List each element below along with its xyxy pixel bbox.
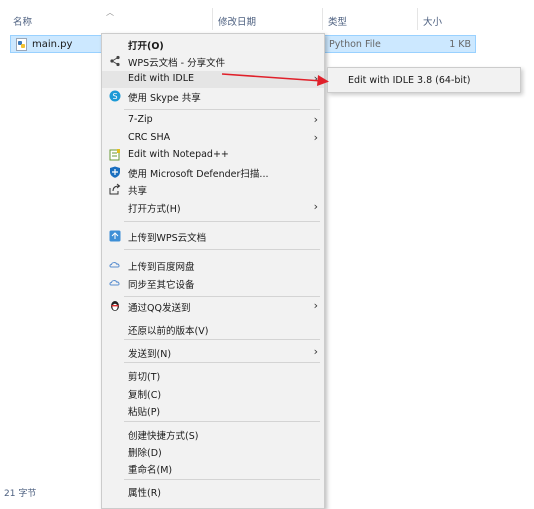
annotation-arrow-icon [221,73,329,86]
